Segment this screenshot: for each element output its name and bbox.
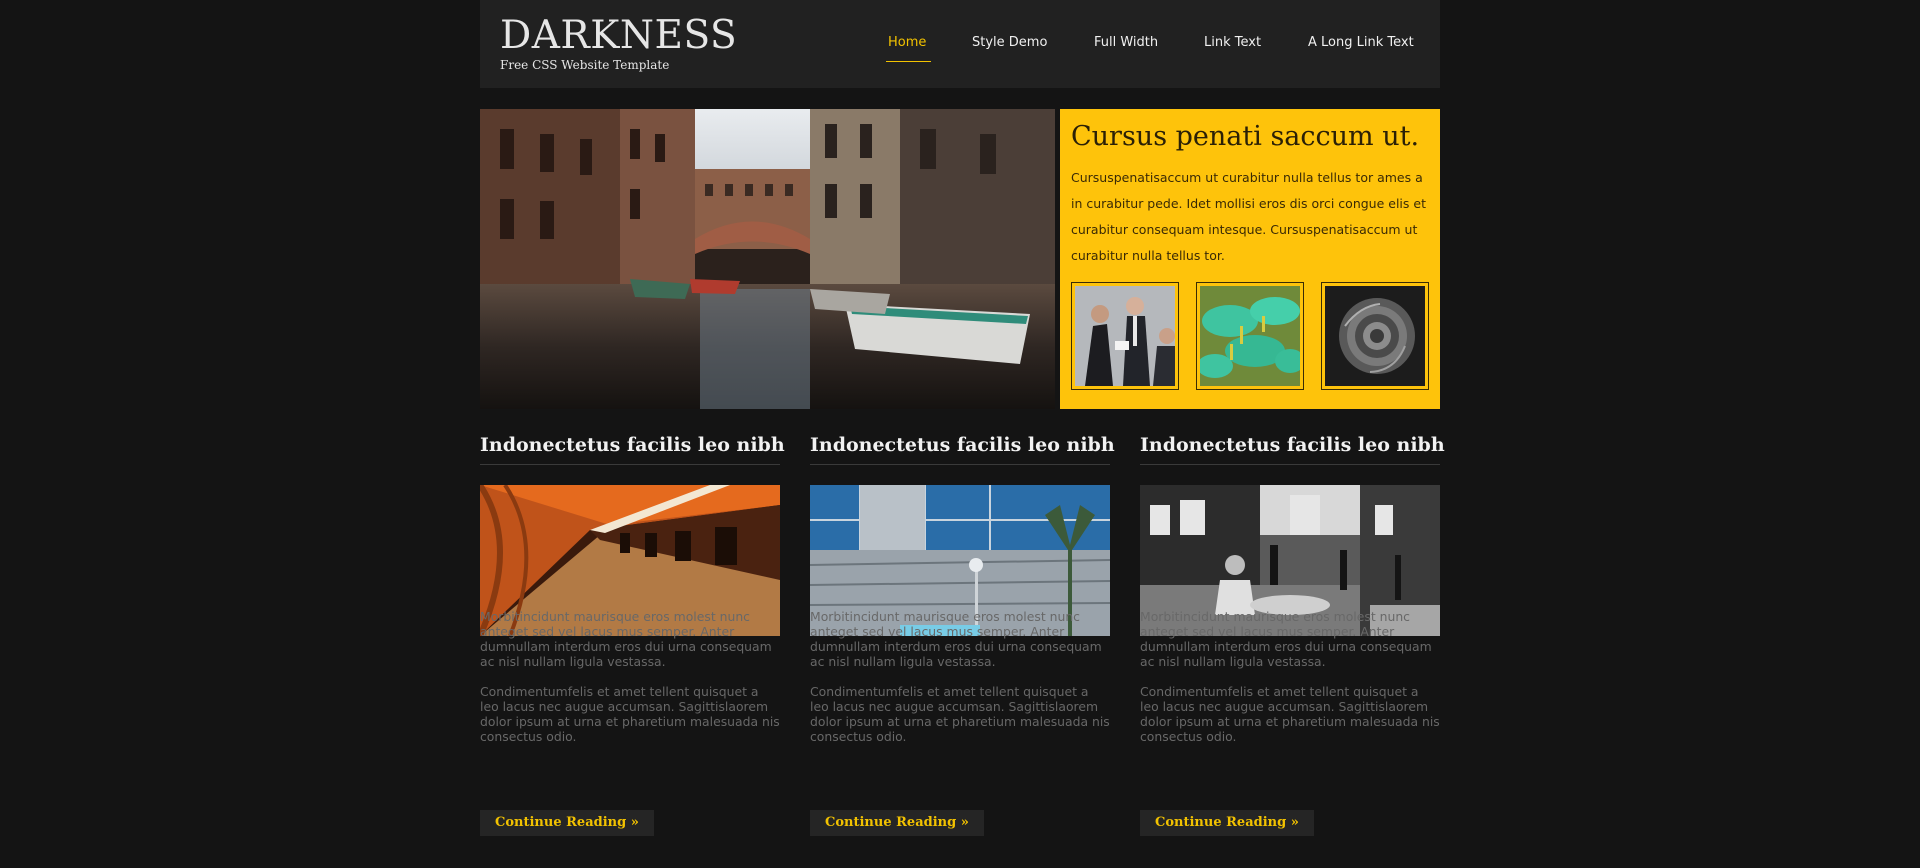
nav-active-underline (886, 61, 931, 62)
promo-text: Cursuspenatisaccum ut curabitur nulla te… (1071, 170, 1426, 263)
promo-box: Cursus penati saccum ut. Cursuspenatisac… (1060, 109, 1440, 409)
nav-item-style-demo[interactable]: Style Demo (972, 33, 1047, 53)
article-paragraph-1: Morbitincidunt maurisque eros molest nun… (810, 609, 1102, 669)
article-paragraph-1: Morbitincidunt maurisque eros molest nun… (1140, 609, 1432, 669)
article-column-3: Indonectetus facilis leo nibh Morbitinci… (1140, 432, 1445, 836)
continue-reading-button[interactable]: Continue Reading » (480, 810, 654, 836)
hero-canal-image (480, 109, 1055, 409)
nav-item-long-link-text[interactable]: A Long Link Text (1308, 33, 1414, 53)
article-column-2: Indonectetus facilis leo nibh Morbitinci… (810, 432, 1115, 836)
site-header: DARKNESS Free CSS Website Template Home … (480, 0, 1440, 88)
article-title[interactable]: Indonectetus facilis leo nibh (480, 432, 785, 458)
continue-reading-button[interactable]: Continue Reading » (810, 810, 984, 836)
main-nav: Home Style Demo Full Width Link Text A L… (480, 33, 1440, 63)
article-paragraph-2: Condimentumfelis et amet tellent quisque… (1140, 684, 1440, 744)
title-divider (810, 464, 1110, 465)
nav-item-full-width[interactable]: Full Width (1094, 33, 1158, 53)
article-paragraph-2: Condimentumfelis et amet tellent quisque… (480, 684, 780, 744)
nav-item-link-text[interactable]: Link Text (1204, 33, 1261, 53)
article-paragraph-1: Morbitincidunt maurisque eros molest nun… (480, 609, 772, 669)
title-divider (1140, 464, 1440, 465)
promo-thumb-green-domes[interactable] (1196, 282, 1304, 390)
promo-thumb-business-people[interactable] (1071, 282, 1179, 390)
article-paragraph-2: Condimentumfelis et amet tellent quisque… (810, 684, 1110, 744)
continue-reading-button[interactable]: Continue Reading » (1140, 810, 1314, 836)
article-column-1: Indonectetus facilis leo nibh Morbitinci… (480, 432, 785, 836)
title-divider (480, 464, 780, 465)
article-title[interactable]: Indonectetus facilis leo nibh (1140, 432, 1445, 458)
promo-thumb-rose[interactable] (1321, 282, 1429, 390)
article-title[interactable]: Indonectetus facilis leo nibh (810, 432, 1115, 458)
nav-item-home[interactable]: Home (888, 33, 926, 53)
promo-title: Cursus penati saccum ut. (1071, 121, 1420, 152)
